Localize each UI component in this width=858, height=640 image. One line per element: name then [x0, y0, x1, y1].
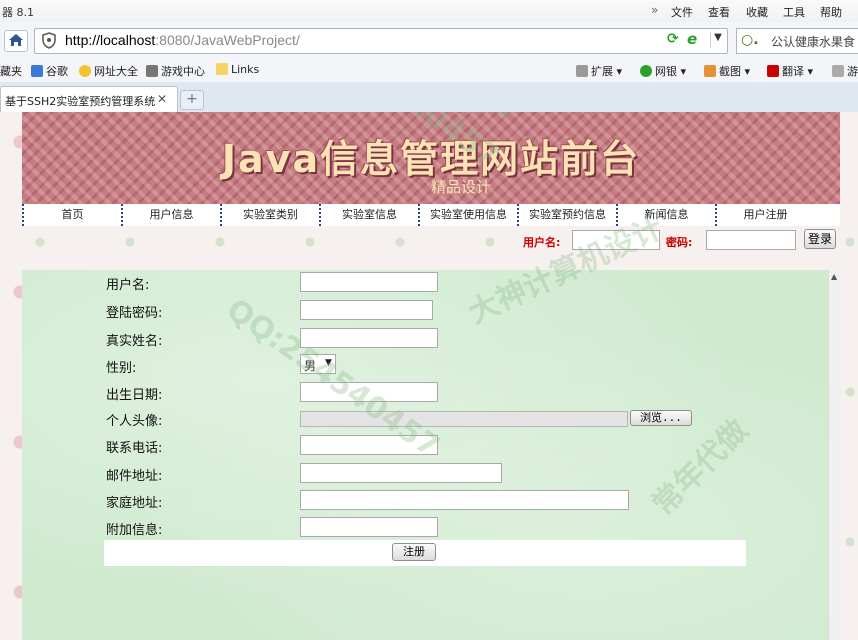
- select-gender[interactable]: 男 ▼: [300, 354, 336, 374]
- window-title: 器 8.1: [2, 6, 34, 19]
- site-nav: 首页 用户信息 实验室类别 实验室信息 实验室使用信息 实验室预约信息 新闻信息…: [22, 204, 840, 226]
- grid-icon: [576, 65, 588, 77]
- bookmark-game-center[interactable]: 游戏中心: [146, 63, 205, 79]
- login-button[interactable]: 登录: [804, 229, 836, 249]
- address-dropdown-icon[interactable]: ▼: [710, 32, 725, 48]
- address-toolbar: http://localhost:8080/JavaWebProject/ ⟳ …: [0, 22, 858, 59]
- nav-lab-reservation[interactable]: 实验室预约信息: [517, 204, 616, 226]
- directory-icon: [79, 65, 91, 77]
- label-birthdate: 出生日期:: [106, 388, 163, 403]
- input-email[interactable]: [300, 463, 502, 483]
- login-password-label: 密码:: [666, 236, 693, 249]
- nav-user-info[interactable]: 用户信息: [121, 204, 220, 226]
- more-icon: [832, 65, 844, 77]
- menu-help[interactable]: 帮助: [820, 4, 842, 20]
- tab-title: 基于SSH2实验室预约管理系统: [5, 95, 156, 108]
- login-username-label: 用户名:: [523, 236, 561, 249]
- address-bar[interactable]: http://localhost:8080/JavaWebProject/ ⟳ …: [34, 28, 728, 54]
- menu-favorites[interactable]: 收藏: [746, 4, 768, 20]
- select-gender-value: 男: [304, 359, 317, 373]
- input-real-name[interactable]: [300, 328, 438, 348]
- toolbar-translate[interactable]: 翻译 ▾: [767, 63, 813, 79]
- input-avatar-file[interactable]: [300, 411, 628, 427]
- bookmark-google[interactable]: 谷歌: [31, 63, 68, 79]
- window-titlebar: 器 8.1 » 文件 查看 收藏 工具 帮助: [0, 0, 858, 23]
- input-password[interactable]: [300, 300, 433, 320]
- label-password: 登陆密码:: [106, 306, 163, 321]
- translate-icon: [767, 65, 779, 77]
- new-tab-button[interactable]: +: [180, 90, 204, 110]
- nav-home[interactable]: 首页: [22, 204, 121, 226]
- menu-file[interactable]: 文件: [671, 4, 693, 20]
- scissors-icon: [704, 65, 716, 77]
- security-shield-icon: [42, 32, 56, 49]
- input-username[interactable]: [300, 272, 438, 292]
- toolbar-more[interactable]: 游: [832, 63, 858, 79]
- nav-lab-info[interactable]: 实验室信息: [319, 204, 418, 226]
- home-button[interactable]: [4, 30, 28, 52]
- search-box[interactable]: ○. 公认健康水果食: [736, 28, 858, 54]
- label-email: 邮件地址:: [106, 469, 163, 484]
- nav-lab-category[interactable]: 实验室类别: [220, 204, 319, 226]
- bookmarks-bar: 藏夹 谷歌 网址大全 游戏中心 Links 扩展 ▾ 网银 ▾ 截图 ▾ 翻译 …: [0, 58, 858, 83]
- bookmark-links[interactable]: Links: [216, 63, 259, 76]
- label-username: 用户名:: [106, 278, 150, 293]
- refresh-icon[interactable]: ⟳: [667, 31, 679, 47]
- nav-register[interactable]: 用户注册: [715, 204, 814, 226]
- label-gender: 性别:: [106, 361, 137, 376]
- label-extra-info: 附加信息:: [106, 523, 163, 538]
- search-engine-icon[interactable]: ○.: [741, 32, 759, 48]
- label-avatar: 个人头像:: [106, 414, 163, 429]
- label-phone: 联系电话:: [106, 441, 163, 456]
- browse-button[interactable]: 浏览...: [630, 410, 692, 426]
- register-submit-button[interactable]: 注册: [392, 543, 436, 561]
- netbank-icon: [640, 65, 652, 77]
- scroll-up-icon[interactable]: ▲: [831, 272, 837, 281]
- register-form: 用户名: 登陆密码: 真实姓名: 性别: 男 ▼ 出生日期: 个人头像: 浏览.…: [22, 270, 828, 640]
- web-page: Java信息管理网站前台 精品设计 首页 用户信息 实验室类别 实验室信息 实验…: [0, 112, 858, 640]
- login-username-input[interactable]: [572, 230, 660, 250]
- folder-icon: [216, 63, 228, 75]
- site-banner: Java信息管理网站前台 精品设计: [22, 112, 840, 204]
- close-tab-icon[interactable]: ✕: [157, 92, 167, 106]
- gamepad-icon: [146, 65, 158, 77]
- toolbar-netbank[interactable]: 网银 ▾: [640, 63, 686, 79]
- chevron-down-icon: ▼: [325, 358, 332, 368]
- home-icon: [9, 34, 23, 46]
- label-real-name: 真实姓名:: [106, 334, 163, 349]
- login-password-input[interactable]: [706, 230, 796, 250]
- input-birthdate[interactable]: [300, 382, 438, 402]
- label-address: 家庭地址:: [106, 496, 163, 511]
- toolbar-screenshot[interactable]: 截图 ▾: [704, 63, 750, 79]
- banner-subtitle: 精品设计: [430, 178, 491, 196]
- toolbar-extensions[interactable]: 扩展 ▾: [576, 63, 622, 79]
- search-input[interactable]: 公认健康水果食: [771, 33, 855, 50]
- input-extra-info[interactable]: [300, 517, 438, 537]
- bookmark-url-directory[interactable]: 网址大全: [79, 63, 138, 79]
- menu-view[interactable]: 查看: [708, 4, 730, 20]
- submit-row: 注册: [104, 540, 746, 566]
- banner-title: Java信息管理网站前台: [221, 137, 641, 181]
- google-icon: [31, 65, 43, 77]
- tab-active[interactable]: 基于SSH2实验室预约管理系统 ✕: [0, 86, 178, 113]
- bookmark-favorites[interactable]: 藏夹: [0, 63, 22, 79]
- ie-compat-icon[interactable]: e: [687, 30, 697, 48]
- tab-bar: 基于SSH2实验室预约管理系统 ✕ +: [0, 82, 858, 113]
- input-phone[interactable]: [300, 435, 438, 455]
- nav-news[interactable]: 新闻信息: [616, 204, 715, 226]
- page-scrollbar[interactable]: ▲: [828, 270, 841, 640]
- menu-tools[interactable]: 工具: [783, 4, 805, 20]
- nav-lab-usage[interactable]: 实验室使用信息: [418, 204, 517, 226]
- input-address[interactable]: [300, 490, 629, 510]
- menu-overflow-chevron[interactable]: »: [651, 3, 658, 17]
- address-url[interactable]: http://localhost:8080/JavaWebProject/: [65, 32, 300, 48]
- login-row: 用户名: 密码: 登录: [22, 226, 840, 252]
